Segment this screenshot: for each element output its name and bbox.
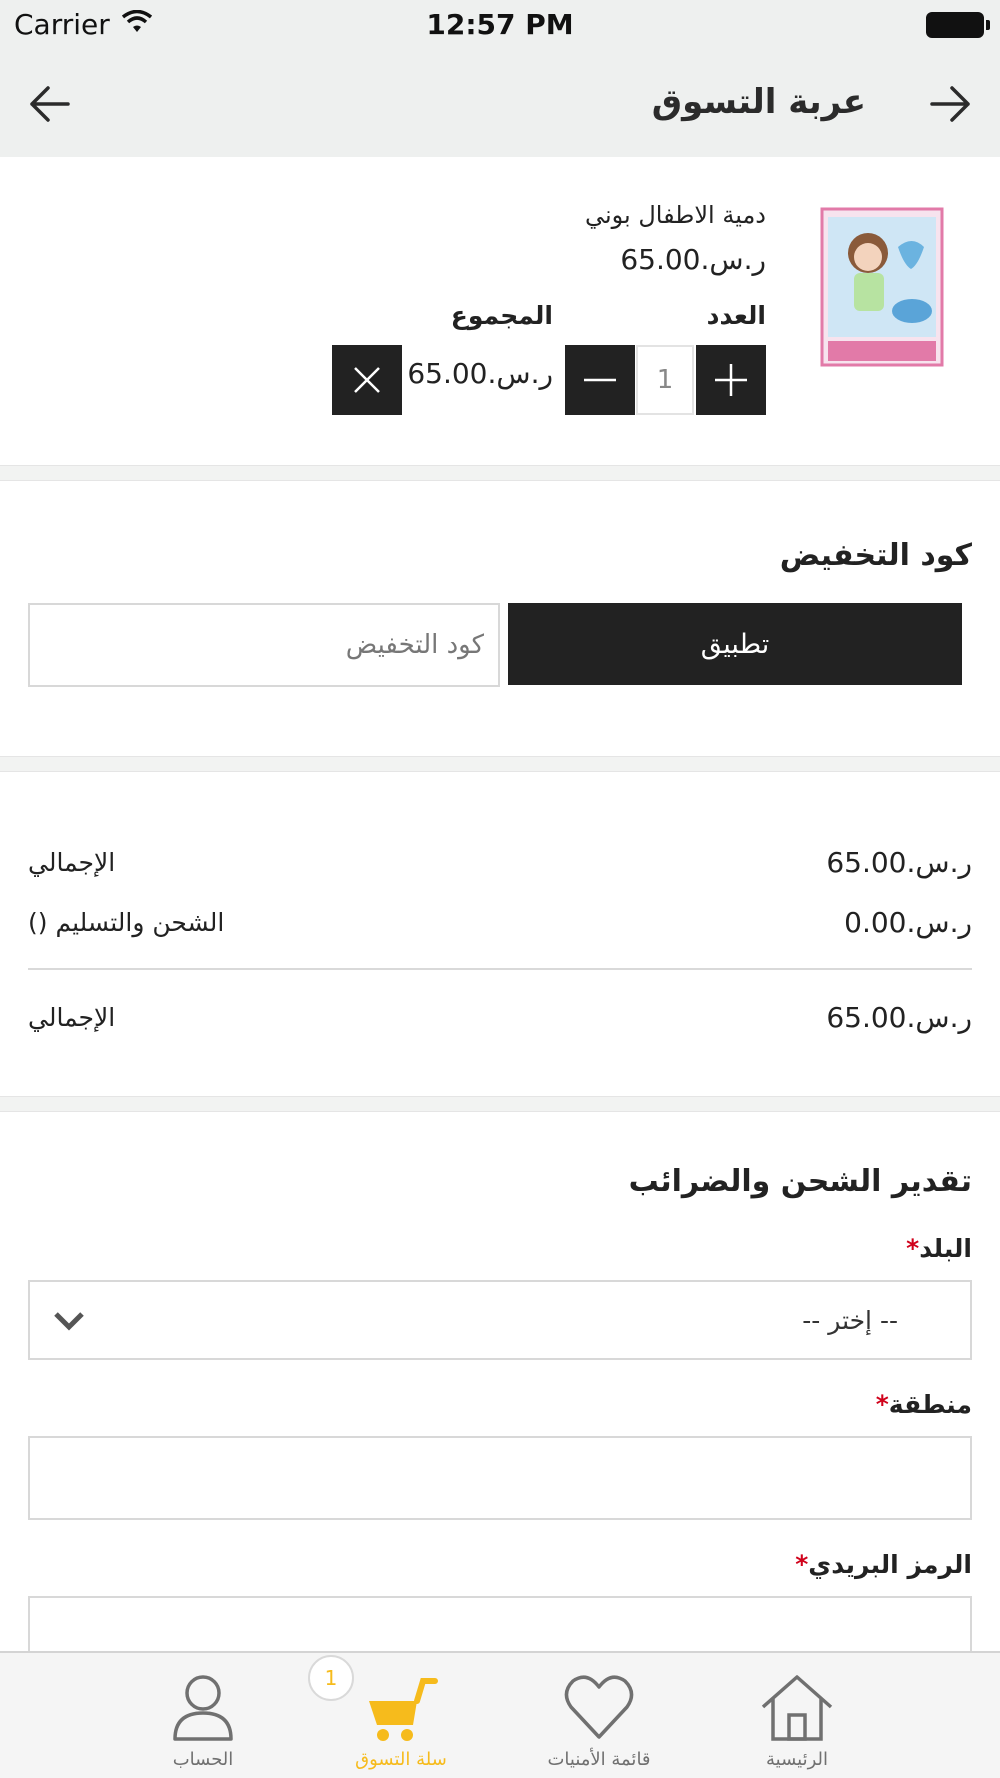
tab-account[interactable]: الحساب: [123, 1653, 283, 1778]
remove-item-button[interactable]: [332, 345, 402, 415]
region-input[interactable]: [28, 1436, 972, 1520]
coupon-title: كود التخفيض: [779, 538, 972, 573]
tab-label: قائمة الأمنيات: [547, 1749, 651, 1770]
tab-label: الحساب: [172, 1749, 234, 1770]
quantity-label: العدد: [706, 301, 766, 330]
subtotal-value: ر.س.65.00: [826, 846, 972, 879]
subtotal-label: الإجمالي: [28, 848, 116, 877]
country-select[interactable]: -- إختر --: [28, 1280, 972, 1360]
cart-count-badge: 1: [308, 1655, 354, 1701]
status-bar: Carrier 12:57 PM: [0, 0, 1000, 50]
product-image[interactable]: [820, 207, 944, 367]
cart-item: دمية الاطفال بوني ر.س.65.00 العدد المجمو…: [0, 157, 1000, 465]
section-divider: [0, 1096, 1000, 1112]
quantity-field[interactable]: 1: [636, 345, 694, 415]
required-mark: *: [875, 1390, 889, 1419]
apply-coupon-button[interactable]: تطبيق: [508, 603, 962, 685]
region-label-text: منطقة: [888, 1390, 972, 1419]
page-title: عربة التسوق: [651, 82, 866, 122]
product-price: ر.س.65.00: [620, 243, 766, 276]
close-icon: [354, 367, 380, 393]
required-mark: *: [795, 1550, 809, 1579]
region-label: منطقة*: [876, 1390, 972, 1419]
tab-label: الرئيسية: [766, 1749, 828, 1770]
product-name[interactable]: دمية الاطفال بوني: [585, 201, 766, 229]
person-icon: [173, 1675, 233, 1741]
line-total-label: المجموع: [450, 301, 553, 330]
postcode-label-text: الرمز البريدي: [808, 1550, 972, 1579]
grand-total-value: ر.س.65.00: [826, 1001, 972, 1034]
clock: 12:57 PM: [426, 8, 574, 41]
tab-label: سلة التسوق: [355, 1749, 447, 1770]
section-divider: [0, 756, 1000, 772]
plus-icon: [715, 364, 747, 396]
country-label: البلد*: [906, 1234, 972, 1263]
section-divider: [0, 465, 1000, 481]
tab-home[interactable]: الرئيسية: [717, 1653, 877, 1778]
chevron-down-icon: [54, 1312, 84, 1331]
tab-wishlist[interactable]: قائمة الأمنيات: [519, 1653, 679, 1778]
navigation-bar: عربة التسوق: [0, 50, 1000, 157]
grand-total-label: الإجمالي: [28, 1003, 116, 1032]
battery-icon: [926, 12, 990, 38]
country-label-text: البلد: [919, 1234, 972, 1263]
shipping-label: الشحن والتسليم (): [28, 908, 225, 937]
required-mark: *: [906, 1234, 920, 1263]
increase-quantity-button[interactable]: [696, 345, 766, 415]
line-total-value: ر.س.65.00: [407, 357, 553, 390]
minus-icon: [584, 378, 616, 382]
cart-icon: [369, 1678, 438, 1741]
home-icon: [761, 1675, 833, 1741]
heart-icon: [564, 1675, 634, 1739]
arrow-left-icon[interactable]: [22, 76, 78, 132]
decrease-quantity-button[interactable]: [565, 345, 635, 415]
shipping-estimate-title: تقدير الشحن والضرائب: [628, 1164, 972, 1199]
coupon-input[interactable]: كود التخفيض: [28, 603, 500, 687]
tab-bar: الحساب سلة التسوق قائمة الأمنيات الرئيسي…: [0, 1651, 1000, 1778]
shipping-value: ر.س.0.00: [844, 906, 972, 939]
totals-divider: [28, 968, 972, 970]
country-select-value: -- إختر --: [802, 1306, 898, 1335]
arrow-right-icon[interactable]: [922, 76, 978, 132]
postcode-label: الرمز البريدي*: [795, 1550, 972, 1579]
